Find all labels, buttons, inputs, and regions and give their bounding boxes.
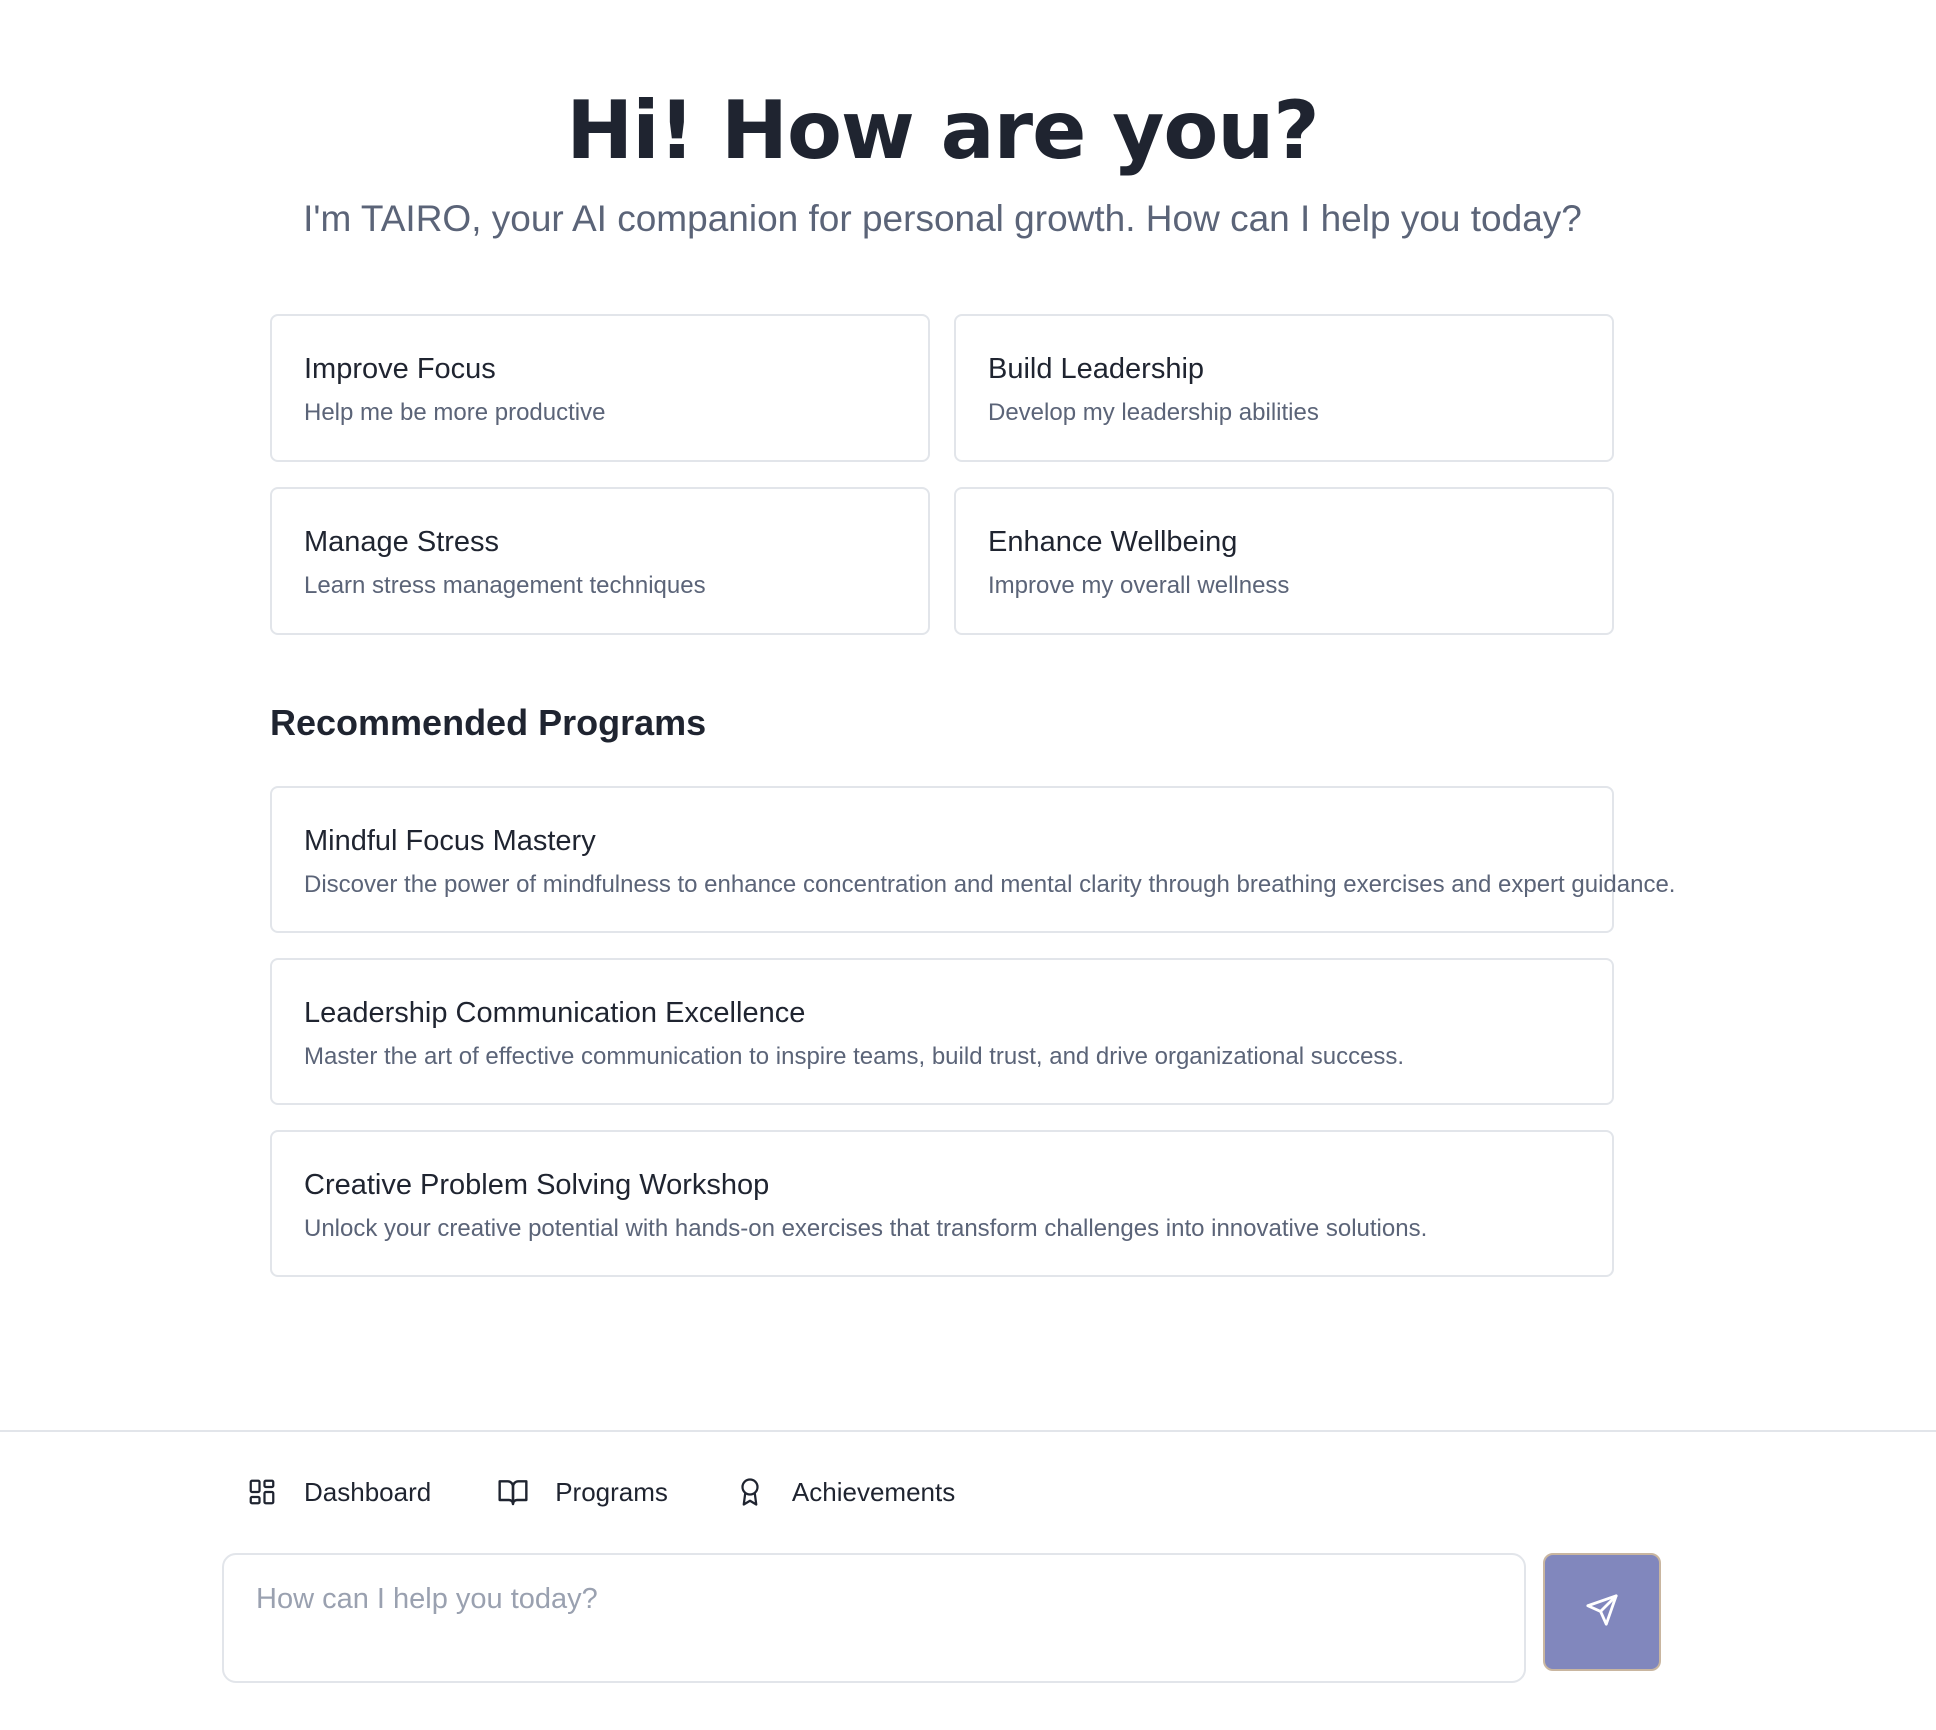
nav-item-label: Dashboard (304, 1476, 432, 1507)
footer-divider (0, 1430, 1936, 1432)
program-card-leadership-communication[interactable]: Leadership Communication Excellence Mast… (270, 958, 1614, 1105)
program-description: Discover the power of mindfulness to enh… (304, 870, 1676, 898)
quick-action-build-leadership[interactable]: Build Leadership Develop my leadership a… (954, 314, 1614, 462)
quick-action-title: Enhance Wellbeing (988, 526, 1238, 558)
program-card-mindful-focus-mastery[interactable]: Mindful Focus Mastery Discover the power… (270, 786, 1676, 933)
program-title: Leadership Communication Excellence (304, 997, 806, 1029)
quick-action-title: Build Leadership (988, 353, 1205, 385)
award-icon (734, 1476, 766, 1508)
bottom-nav: Dashboard Programs Achievements (246, 1476, 955, 1508)
chat-input[interactable] (222, 1553, 1526, 1683)
page: Hi! How are you? I'm TAIRO, your AI comp… (0, 0, 1936, 1730)
quick-action-manage-stress[interactable]: Manage Stress Learn stress management te… (270, 487, 930, 635)
quick-action-improve-focus[interactable]: Improve Focus Help me be more productive (270, 314, 930, 462)
nav-item-label: Achievements (791, 1476, 956, 1507)
page-title: Hi! How are you? (566, 84, 1319, 177)
nav-item-programs[interactable]: Programs (497, 1476, 668, 1508)
quick-action-description: Improve my overall wellness (988, 571, 1290, 599)
quick-action-description: Help me be more productive (304, 398, 606, 426)
recommended-programs-list: Mindful Focus Mastery Discover the power… (270, 786, 1676, 1277)
program-description: Master the art of effective communicatio… (304, 1042, 1405, 1070)
program-description: Unlock your creative potential with hand… (304, 1214, 1428, 1242)
quick-action-enhance-wellbeing[interactable]: Enhance Wellbeing Improve my overall wel… (954, 487, 1614, 635)
send-icon (1585, 1593, 1619, 1632)
program-title: Creative Problem Solving Workshop (304, 1169, 770, 1201)
nav-item-dashboard[interactable]: Dashboard (246, 1476, 431, 1508)
recommended-programs-heading: Recommended Programs (270, 702, 707, 743)
nav-item-label: Programs (555, 1476, 668, 1507)
quick-action-description: Develop my leadership abilities (988, 398, 1319, 426)
book-icon (497, 1476, 529, 1508)
program-card-creative-problem-solving[interactable]: Creative Problem Solving Workshop Unlock… (270, 1130, 1614, 1277)
quick-action-title: Improve Focus (304, 353, 496, 385)
program-title: Mindful Focus Mastery (304, 825, 596, 857)
page-subtitle: I'm TAIRO, your AI companion for persona… (303, 198, 1582, 239)
send-button[interactable] (1543, 1553, 1661, 1671)
nav-item-achievements[interactable]: Achievements (734, 1476, 955, 1508)
quick-action-description: Learn stress management techniques (304, 571, 706, 599)
quick-action-title: Manage Stress (304, 526, 500, 558)
dashboard-icon (246, 1476, 278, 1508)
quick-actions-grid: Improve Focus Help me be more productive… (270, 314, 1614, 635)
